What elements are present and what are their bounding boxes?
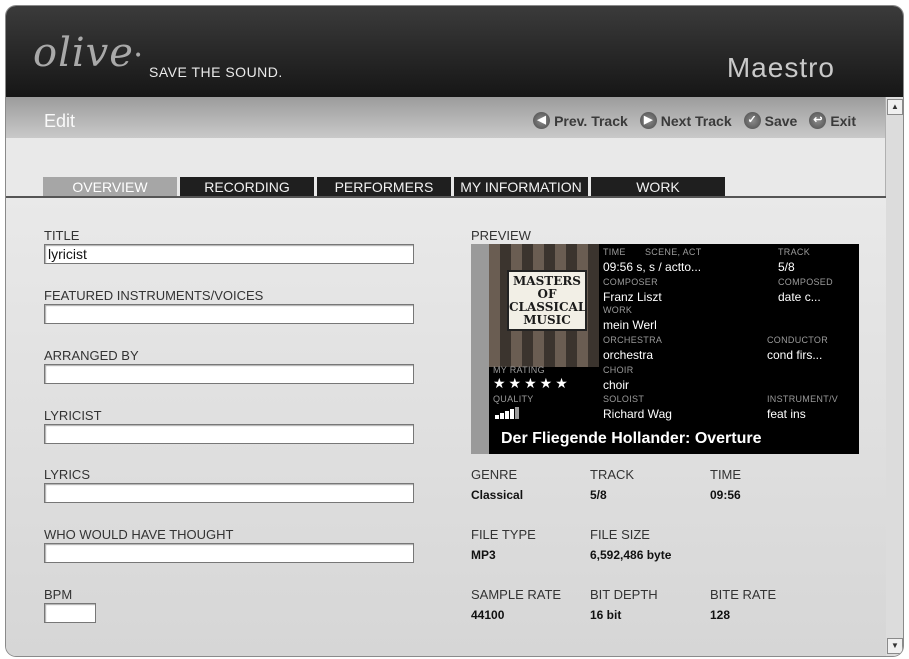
scroll-up-arrow-icon[interactable]: ▲ — [887, 99, 903, 115]
sample-rate-value: 44100 — [471, 608, 505, 622]
preview-time-label: TIME — [603, 247, 626, 257]
checkmark-icon: ✓ — [743, 112, 761, 129]
genre-label: GENRE — [471, 467, 518, 482]
preview-choir-value: choir — [603, 378, 630, 392]
preview-conductor-label: CONDUCTOR — [767, 335, 829, 345]
preview-composed-label: COMPOSED — [778, 277, 833, 287]
song-title: Der Fliegende Hollander: Overture — [501, 430, 762, 447]
tab-recording[interactable]: RECORDING — [180, 177, 314, 196]
preview-composer-label: COMPOSER — [603, 277, 658, 287]
file-size-label: FILE SIZE — [590, 527, 650, 542]
bit-depth-value: 16 bit — [590, 608, 622, 622]
arranged-by-label: ARRANGED BY — [44, 348, 139, 363]
bpm-field[interactable] — [44, 603, 96, 623]
preview-composer-value: Franz Liszt — [603, 290, 662, 304]
tab-my-information[interactable]: MY INFORMATION — [454, 177, 588, 196]
tab-overview[interactable]: OVERVIEW — [43, 177, 177, 196]
track-navigation: ◀ Prev. Track ▶ Next Track ✓ Save ↩ Exit — [533, 112, 856, 129]
cover-text: MUSIC — [523, 312, 571, 327]
edit-toolbar: Edit ◀ Prev. Track ▶ Next Track ✓ Save ↩… — [6, 97, 886, 138]
quality-bars-icon — [495, 407, 519, 419]
lyrics-label: LYRICS — [44, 467, 90, 482]
preview-orchestra-value: orchestra — [603, 348, 654, 362]
preview-instrument-value: feat ins — [767, 407, 806, 421]
logo: olive• — [33, 30, 144, 76]
preview-work-label: WORK — [603, 305, 633, 315]
arrow-left-icon: ◀ — [533, 112, 551, 129]
album-cover-plate: MASTERS OF CLASSICAL MUSIC — [507, 270, 587, 331]
app-name: Maestro — [726, 52, 835, 83]
preview-time-scene-value: 09:56 s, s / actto... — [603, 260, 702, 274]
preview-panel: MASTERS OF CLASSICAL MUSIC TIME SCENE, A… — [471, 244, 859, 454]
track-value: 5/8 — [590, 488, 607, 502]
featured-instruments-label: FEATURED INSTRUMENTS/VOICES — [44, 288, 264, 303]
file-size-value: 6,592,486 byte — [590, 548, 672, 562]
who-would-have-thought-field[interactable] — [44, 543, 414, 563]
save-button[interactable]: ✓ Save — [743, 112, 798, 129]
file-type-label: FILE TYPE — [471, 527, 536, 542]
time-value: 09:56 — [710, 488, 741, 502]
title-field[interactable] — [44, 244, 414, 264]
next-track-button[interactable]: ▶ Next Track — [639, 112, 732, 129]
preview-soloist-label: SOLOIST — [603, 394, 645, 404]
bpm-label: BPM — [44, 587, 73, 602]
exit-button[interactable]: ↩ Exit — [809, 112, 856, 129]
preview-composed-value: date c... — [778, 290, 821, 304]
prev-track-label: Prev. Track — [554, 112, 628, 129]
arranged-by-field[interactable] — [44, 364, 414, 384]
preview-work-value: mein Werl — [603, 318, 657, 332]
preview-strip — [471, 244, 489, 454]
cover-text: MASTERS — [513, 273, 581, 288]
lyricist-label: LYRICIST — [44, 408, 102, 423]
cover-text: OF — [537, 286, 557, 301]
preview-conductor-value: cond firs... — [767, 348, 823, 362]
title-label: TITLE — [44, 228, 80, 243]
page-title: Edit — [44, 111, 76, 131]
scroll-down-arrow-icon[interactable]: ▼ — [887, 638, 903, 654]
lyrics-field[interactable] — [44, 483, 414, 503]
preview-instrument-label: INSTRUMENT/V — [767, 394, 839, 404]
scrollbar[interactable]: ▲ ▼ — [885, 97, 903, 656]
star-rating[interactable]: ★★★★★ — [493, 375, 571, 392]
overview-panel: TITLE FEATURED INSTRUMENTS/VOICES ARRANG… — [6, 198, 886, 656]
preview-track-label: TRACK — [778, 247, 811, 257]
app-window: olive• SAVE THE SOUND. Maestro Edit ◀ Pr… — [6, 6, 903, 656]
preview-scene-label: SCENE, ACT — [645, 247, 702, 257]
bit-depth-label: BIT DEPTH — [590, 587, 658, 602]
genre-value: Classical — [471, 488, 524, 502]
preview-quality-label: QUALITY — [493, 394, 534, 404]
bite-rate-label: BITE RATE — [710, 587, 777, 602]
sample-rate-label: SAMPLE RATE — [471, 587, 562, 602]
tagline: SAVE THE SOUND. — [149, 64, 283, 80]
header-bar: olive• SAVE THE SOUND. Maestro — [6, 6, 903, 97]
lyricist-field[interactable] — [44, 424, 414, 444]
bite-rate-value: 128 — [710, 608, 731, 622]
track-label: TRACK — [590, 467, 635, 482]
featured-instruments-field[interactable] — [44, 304, 414, 324]
preview-rating-label: MY RATING — [493, 365, 545, 375]
file-type-value: MP3 — [471, 548, 496, 562]
prev-track-button[interactable]: ◀ Prev. Track — [533, 112, 628, 129]
next-track-label: Next Track — [660, 112, 732, 129]
tab-bar: OVERVIEW RECORDING PERFORMERS MY INFORMA… — [43, 177, 725, 196]
preview-label: PREVIEW — [471, 228, 531, 243]
arrow-right-icon: ▶ — [639, 112, 657, 129]
preview-orchestra-label: ORCHESTRA — [603, 335, 663, 345]
album-cover: MASTERS OF CLASSICAL MUSIC — [489, 244, 599, 367]
tab-work[interactable]: WORK — [591, 177, 725, 196]
cover-text: CLASSICAL — [509, 299, 587, 314]
preview-soloist-value: Richard Wag — [603, 407, 672, 421]
time-label: TIME — [710, 467, 742, 482]
preview-track-value: 5/8 — [778, 260, 795, 274]
exit-label: Exit — [830, 112, 856, 129]
tab-performers[interactable]: PERFORMERS — [317, 177, 451, 196]
exit-icon: ↩ — [809, 112, 827, 129]
save-label: Save — [764, 112, 798, 129]
preview-choir-label: CHOIR — [603, 365, 634, 375]
who-would-have-thought-label: WHO WOULD HAVE THOUGHT — [44, 527, 234, 542]
